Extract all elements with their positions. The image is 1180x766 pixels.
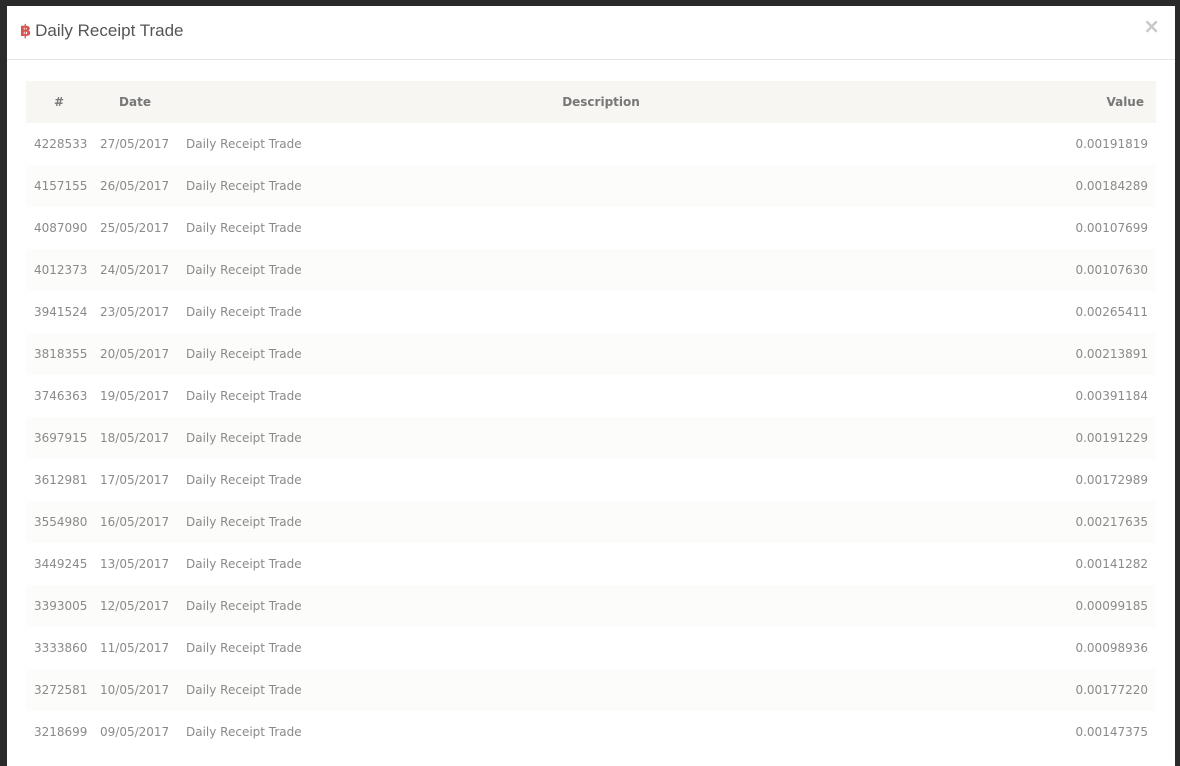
cell-id: 3333860 (34, 641, 88, 655)
bitcoin-icon: ฿ (20, 21, 32, 40)
cell-date: 19/05/2017 (100, 389, 170, 403)
cell-description: Daily Receipt Trade (186, 725, 302, 739)
column-header-id[interactable]: # (26, 81, 92, 123)
cell-id: 3697915 (34, 431, 88, 445)
table-row: 3272581 10/05/2017 Daily Receipt Trade 0.00… (26, 669, 1156, 711)
table-row: 3746363 19/05/2017 Daily Receipt Trade 0.00… (26, 375, 1156, 417)
cell-date: 25/05/2017 (100, 221, 170, 235)
cell-value: 0.00191229 (1075, 431, 1148, 445)
cell-description: Daily Receipt Trade (186, 263, 302, 277)
cell-description: Daily Receipt Trade (186, 683, 302, 697)
cell-id: 4087090 (34, 221, 88, 235)
cell-date: 11/05/2017 (100, 641, 170, 655)
table-row: 3818355 20/05/2017 Daily Receipt Trade 0.00… (26, 333, 1156, 375)
cell-description: Daily Receipt Trade (186, 431, 302, 445)
cell-id: 3554980 (34, 515, 88, 529)
cell-date: 09/05/2017 (100, 725, 170, 739)
cell-description: Daily Receipt Trade (186, 137, 302, 151)
cell-id: 3393005 (34, 599, 88, 613)
cell-value: 0.00184289 (1075, 179, 1148, 193)
cell-description: Daily Receipt Trade (186, 305, 302, 319)
cell-id: 3272581 (34, 683, 88, 697)
receipts-table: # Date Description Value 4228533 27/05/20… (26, 81, 1156, 753)
table-row: 3449245 13/05/2017 Daily Receipt Trade 0.00… (26, 543, 1156, 585)
table-header: # Date Description Value (26, 81, 1156, 123)
table-row: 4228533 27/05/2017 Daily Receipt Trade 0.00… (26, 123, 1156, 165)
cell-value: 0.00107699 (1075, 221, 1148, 235)
cell-value: 0.00391184 (1075, 389, 1148, 403)
cell-date: 10/05/2017 (100, 683, 170, 697)
cell-description: Daily Receipt Trade (186, 641, 302, 655)
cell-id: 4157155 (34, 179, 88, 193)
receipt-modal: ฿ Daily Receipt Trade × # Date Descripti… (7, 6, 1175, 766)
cell-id: 3449245 (34, 557, 88, 571)
table-row: 3612981 17/05/2017 Daily Receipt Trade 0.00… (26, 459, 1156, 501)
cell-id: 4012373 (34, 263, 88, 277)
cell-date: 27/05/2017 (100, 137, 170, 151)
cell-description: Daily Receipt Trade (186, 557, 302, 571)
table-row: 4087090 25/05/2017 Daily Receipt Trade 0.00… (26, 207, 1156, 249)
cell-value: 0.00099185 (1075, 599, 1148, 613)
cell-value: 0.00147375 (1075, 725, 1148, 739)
cell-value: 0.00265411 (1075, 305, 1148, 319)
cell-value: 0.00172989 (1075, 473, 1148, 487)
cell-description: Daily Receipt Trade (186, 473, 302, 487)
cell-id: 3746363 (34, 389, 88, 403)
modal-title-text: Daily Receipt Trade (35, 21, 184, 40)
table-row: 3393005 12/05/2017 Daily Receipt Trade 0.00… (26, 585, 1156, 627)
cell-description: Daily Receipt Trade (186, 179, 302, 193)
table-header-row: # Date Description Value (26, 81, 1156, 123)
table-row: 4157155 26/05/2017 Daily Receipt Trade 0.00… (26, 165, 1156, 207)
cell-value: 0.00098936 (1075, 641, 1148, 655)
modal-title: ฿ Daily Receipt Trade (20, 21, 183, 41)
cell-date: 24/05/2017 (100, 263, 170, 277)
column-header-description[interactable]: Description (178, 81, 1024, 123)
cell-description: Daily Receipt Trade (186, 347, 302, 361)
column-header-date[interactable]: Date (92, 81, 178, 123)
cell-date: 17/05/2017 (100, 473, 170, 487)
table-row: 3941524 23/05/2017 Daily Receipt Trade 0.00… (26, 291, 1156, 333)
column-header-value[interactable]: Value (1024, 81, 1156, 123)
cell-description: Daily Receipt Trade (186, 221, 302, 235)
table-row: 4012373 24/05/2017 Daily Receipt Trade 0.00… (26, 249, 1156, 291)
cell-description: Daily Receipt Trade (186, 515, 302, 529)
receipts-table-container: # Date Description Value 4228533 27/05/20… (26, 81, 1156, 753)
cell-id: 3941524 (34, 305, 88, 319)
table-row: 3218699 09/05/2017 Daily Receipt Trade 0.00… (26, 711, 1156, 753)
cell-description: Daily Receipt Trade (186, 599, 302, 613)
modal-header: ฿ Daily Receipt Trade × (7, 6, 1175, 60)
cell-value: 0.00141282 (1075, 557, 1148, 571)
table-row: 3333860 11/05/2017 Daily Receipt Trade 0.00… (26, 627, 1156, 669)
cell-date: 18/05/2017 (100, 431, 170, 445)
table-body: 4228533 27/05/2017 Daily Receipt Trade 0.00… (26, 123, 1156, 753)
cell-id: 4228533 (34, 137, 88, 151)
cell-value: 0.00217635 (1075, 515, 1148, 529)
cell-date: 12/05/2017 (100, 599, 170, 613)
cell-description: Daily Receipt Trade (186, 389, 302, 403)
table-row: 3697915 18/05/2017 Daily Receipt Trade 0.00… (26, 417, 1156, 459)
cell-date: 26/05/2017 (100, 179, 170, 193)
cell-id: 3218699 (34, 725, 88, 739)
cell-date: 16/05/2017 (100, 515, 170, 529)
cell-date: 23/05/2017 (100, 305, 170, 319)
cell-value: 0.00213891 (1075, 347, 1148, 361)
table-row: 3554980 16/05/2017 Daily Receipt Trade 0.00… (26, 501, 1156, 543)
cell-date: 13/05/2017 (100, 557, 170, 571)
close-icon[interactable]: × (1143, 16, 1160, 36)
cell-value: 0.00107630 (1075, 263, 1148, 277)
cell-id: 3612981 (34, 473, 88, 487)
cell-value: 0.00177220 (1075, 683, 1148, 697)
cell-value: 0.00191819 (1075, 137, 1148, 151)
cell-id: 3818355 (34, 347, 88, 361)
cell-date: 20/05/2017 (100, 347, 170, 361)
